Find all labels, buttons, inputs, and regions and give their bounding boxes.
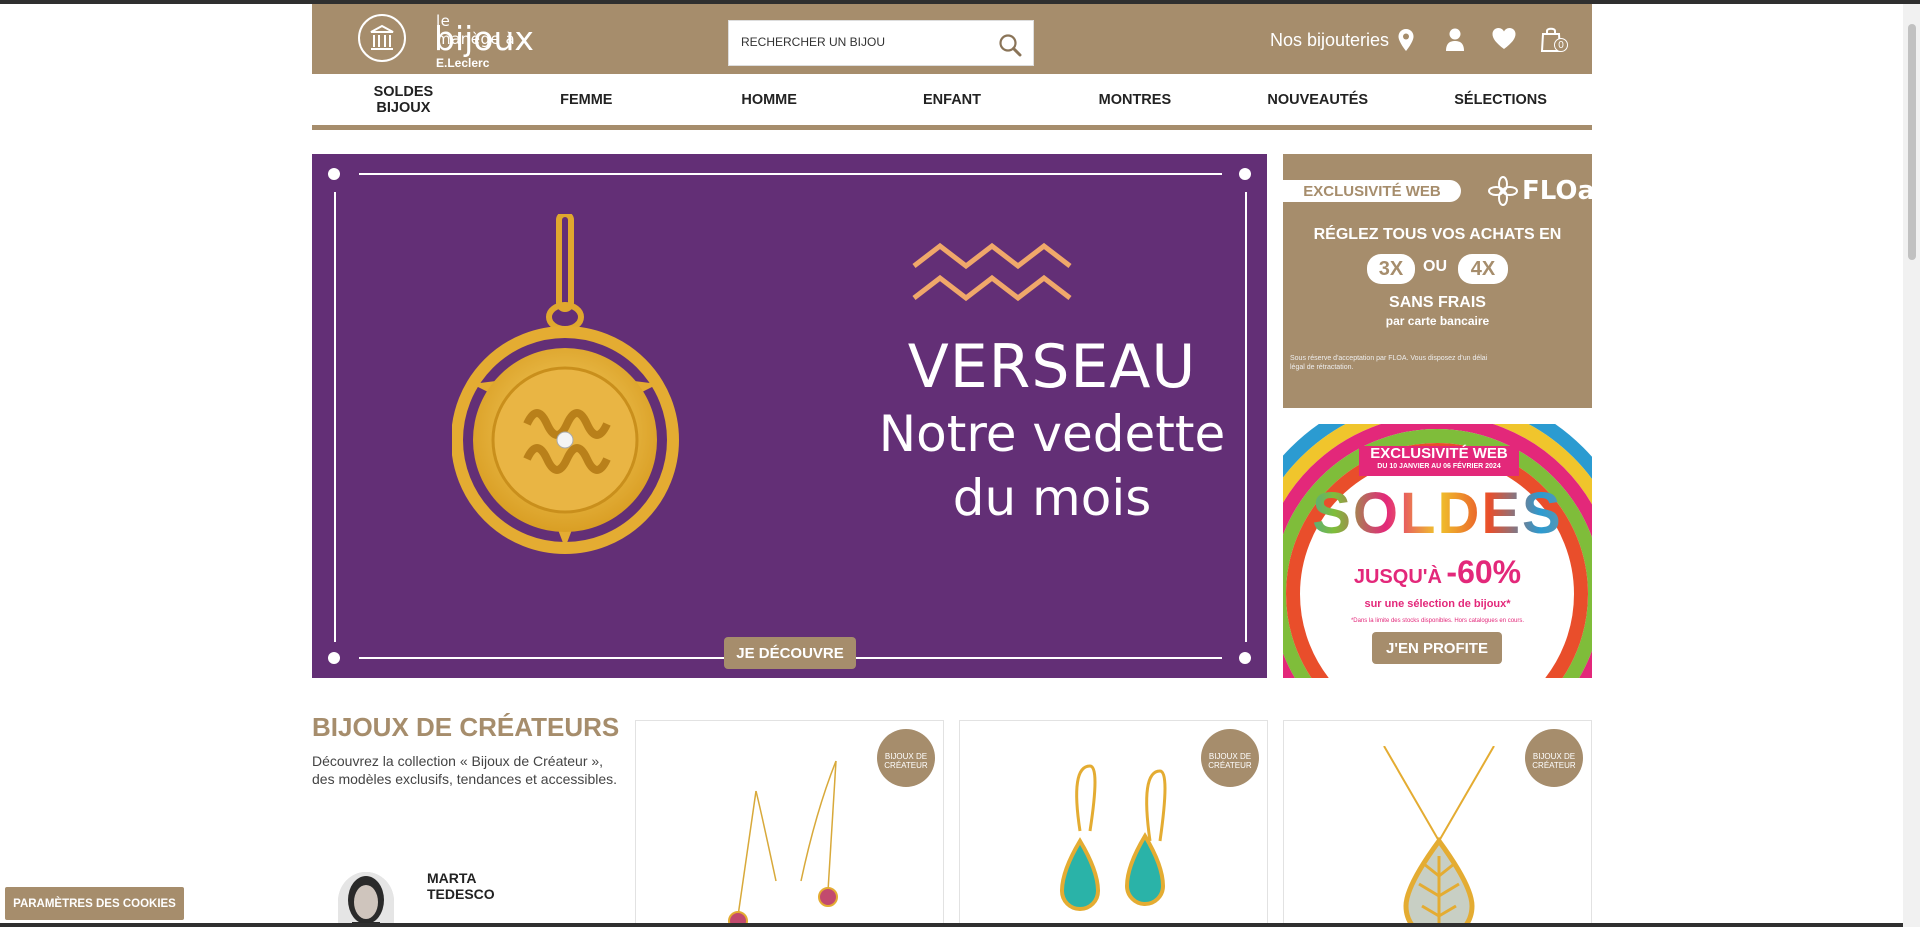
frame-dot [328, 168, 340, 180]
soldes-dates: DU 10 JANVIER AU 06 FÉVRIER 2024 [1377, 463, 1501, 470]
aquarius-symbol-icon [912, 242, 1072, 302]
hero-title: VERSEAU [907, 332, 1197, 402]
aquarius-pendant-image [452, 214, 679, 554]
hero-banner[interactable]: VERSEAU Notre vedette du mois JE DÉCOUVR… [312, 154, 1267, 678]
product-card[interactable]: BIJOUX DE CRÉATEUR [959, 720, 1268, 927]
teal-drop-earrings-image [1059, 764, 1167, 911]
logo-emblem-icon [358, 14, 406, 62]
floa-flower-icon [1488, 176, 1518, 206]
soldes-subtitle: sur une sélection de bijoux* [1364, 598, 1511, 610]
floa-line-2: SANS FRAIS [1389, 294, 1486, 311]
hero-subtitle-1: Notre vedette [878, 405, 1226, 463]
site-logo[interactable]: le manège à bijoux E.Leclerc [346, 10, 534, 70]
cart-count-badge: 0 [1554, 38, 1568, 52]
floa-or: OU [1423, 258, 1447, 275]
page-scrollbar[interactable] [1903, 4, 1920, 927]
soldes-title: SOLDES [1283, 482, 1592, 546]
hero-text: VERSEAU Notre vedette du mois [782, 332, 1267, 530]
floa-brand: FLOa [1522, 176, 1596, 206]
cart-button[interactable]: 0 [1540, 26, 1570, 56]
designer-name[interactable]: MARTA TEDESCO [427, 870, 495, 902]
logo-line-3: E.Leclerc [436, 56, 490, 70]
creator-badge: BIJOUX DE CRÉATEUR [877, 729, 935, 787]
floa-line-1: RÉGLEZ TOUS VOS ACHATS EN [1313, 226, 1562, 243]
map-pin-icon [1398, 29, 1414, 51]
creator-badge: BIJOUX DE CRÉATEUR [1525, 729, 1583, 787]
designer-first-name: MARTA [427, 870, 477, 886]
floa-fine-print: Sous réserve d'acceptation par FLOA. Vou… [1290, 355, 1488, 371]
floa-option-3x: 3X [1367, 254, 1415, 284]
frame-line-top [359, 173, 1222, 175]
page: le manège à bijoux E.Leclerc Nos bijoute… [0, 4, 1920, 927]
designer-last-name: TEDESCO [427, 886, 495, 902]
store-locator-link[interactable]: Nos bijouteries [1270, 28, 1415, 52]
designer-portrait-image [338, 872, 394, 927]
floa-logo: FLOa [1488, 176, 1595, 206]
hero-subtitle-2: du mois [952, 469, 1152, 527]
browser-bottom-edge [0, 923, 1903, 927]
soldes-web-tag: EXCLUSIVITÉ WEB [1370, 445, 1508, 462]
discover-button[interactable]: JE DÉCOUVRE [724, 637, 856, 669]
product-card[interactable]: BIJOUX DE CRÉATEUR [1283, 720, 1592, 927]
leaf-pendant-necklace-image [1383, 746, 1495, 927]
frame-dot [1239, 652, 1251, 664]
nav-item-nouveautes[interactable]: NOUVEAUTÉS [1226, 74, 1409, 125]
search-input[interactable] [741, 35, 971, 49]
soldes-discount-value: -60% [1446, 554, 1522, 590]
threader-earrings-image [728, 760, 838, 927]
floa-option-4x: 4X [1458, 254, 1508, 284]
designer-avatar[interactable] [338, 872, 394, 927]
floa-line-3: par carte bancaire [1385, 314, 1490, 328]
nav-item-enfant[interactable]: ENFANT [861, 74, 1044, 125]
soldes-banner[interactable]: EXCLUSIVITÉ WEB DU 10 JANVIER AU 06 FÉVR… [1283, 424, 1592, 678]
nav-item-selections[interactable]: SÉLECTIONS [1409, 74, 1592, 125]
cookie-settings-button[interactable]: PARAMÈTRES DES COOKIES [5, 887, 184, 920]
soldes-cta-button[interactable]: J'EN PROFITE [1372, 632, 1502, 664]
frame-dot [1239, 168, 1251, 180]
floa-banner[interactable]: EXCLUSIVITÉ WEB FLOa RÉGLEZ TOUS VOS ACH… [1283, 154, 1595, 408]
search-icon[interactable] [997, 32, 1023, 58]
soldes-discount-prefix: JUSQU'À [1353, 566, 1442, 588]
creator-badge: BIJOUX DE CRÉATEUR [1201, 729, 1259, 787]
wishlist-heart-icon[interactable] [1491, 26, 1517, 52]
scrollbar-thumb[interactable] [1908, 24, 1916, 260]
account-icon[interactable] [1442, 26, 1468, 52]
logo-line-2: bijoux [434, 19, 534, 58]
soldes-web-tag-box: EXCLUSIVITÉ WEB DU 10 JANVIER AU 06 FÉVR… [1359, 446, 1519, 476]
nav-item-montres[interactable]: MONTRES [1043, 74, 1226, 125]
product-card[interactable]: BIJOUX DE CRÉATEUR [635, 720, 944, 927]
frame-dot [328, 652, 340, 664]
creators-description: Découvrez la collection « Bijoux de Créa… [312, 753, 618, 787]
store-locator-label: Nos bijouteries [1270, 29, 1390, 50]
nav-item-soldes[interactable]: SOLDES BIJOUX [312, 74, 495, 125]
soldes-fine-print: *Dans la limite des stocks disponibles. … [1350, 618, 1525, 624]
search-box [728, 20, 1034, 66]
nav-item-femme[interactable]: FEMME [495, 74, 678, 125]
nav-item-homme[interactable]: HOMME [678, 74, 861, 125]
site-header: le manège à bijoux E.Leclerc Nos bijoute… [312, 4, 1592, 74]
main-nav: SOLDES BIJOUX FEMME HOMME ENFANT MONTRES… [312, 74, 1592, 130]
frame-line-left [334, 192, 336, 642]
creators-title: BIJOUX DE CRÉATEURS [312, 712, 620, 742]
floa-web-tag: EXCLUSIVITÉ WEB [1283, 180, 1461, 202]
soldes-discount: JUSQU'À -60% [1283, 554, 1592, 591]
